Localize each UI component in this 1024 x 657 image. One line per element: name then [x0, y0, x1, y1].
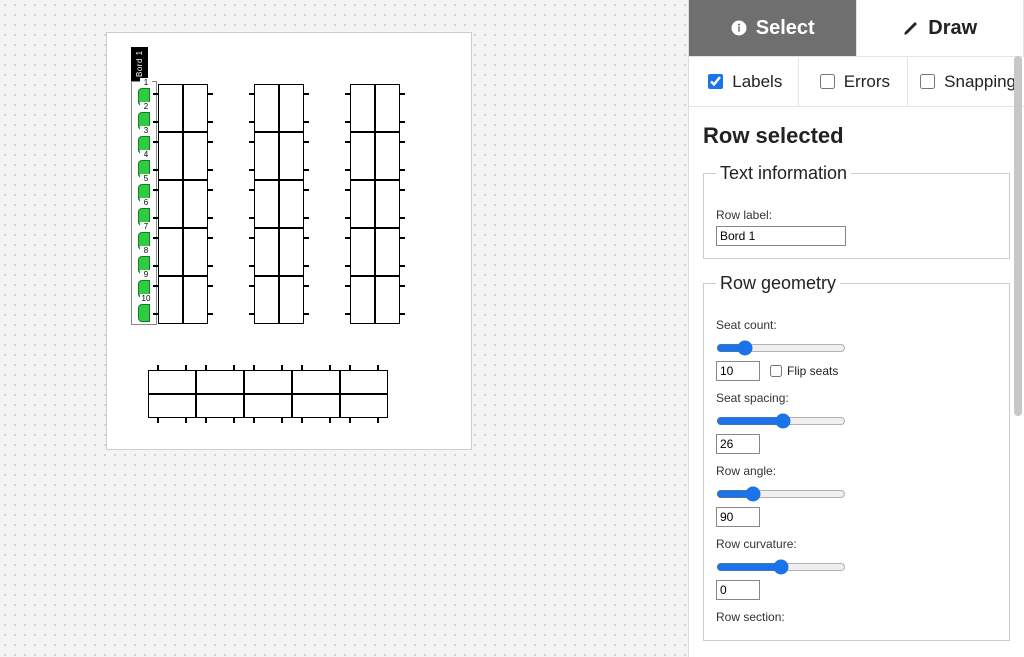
seat[interactable]	[375, 132, 400, 180]
seat[interactable]	[279, 228, 304, 276]
inspector-panel: Select Draw Labels Errors Snapping Row s…	[688, 0, 1024, 657]
toggle-labels-checkbox[interactable]	[708, 74, 723, 89]
seat[interactable]	[292, 370, 340, 394]
seat[interactable]	[158, 132, 183, 180]
seat[interactable]	[279, 132, 304, 180]
text-information-legend: Text information	[716, 163, 851, 184]
seat[interactable]	[158, 276, 183, 324]
inspector-scroll[interactable]: Row selected Text information Row label:…	[689, 107, 1024, 657]
seat[interactable]	[375, 228, 400, 276]
seat[interactable]	[254, 228, 279, 276]
seat-number: 9	[140, 270, 152, 279]
seat-number: 6	[140, 198, 152, 207]
toggle-errors-label: Errors	[844, 72, 890, 92]
tab-select-label: Select	[756, 17, 815, 40]
seat[interactable]	[279, 276, 304, 324]
tab-select[interactable]: Select	[689, 0, 857, 56]
flip-seats[interactable]: Flip seats	[766, 362, 838, 380]
row-geometry-legend: Row geometry	[716, 273, 840, 294]
row-curvature-input[interactable]	[716, 580, 760, 600]
row-label-label: Row label:	[716, 208, 997, 222]
seat[interactable]	[158, 84, 183, 132]
seat[interactable]	[254, 180, 279, 228]
seat[interactable]	[254, 276, 279, 324]
seat-count-label: Seat count:	[716, 318, 997, 332]
seat[interactable]	[158, 228, 183, 276]
seat[interactable]	[196, 394, 244, 418]
table-group-4[interactable]	[148, 370, 388, 418]
seat[interactable]	[375, 180, 400, 228]
row-angle-slider[interactable]	[716, 486, 846, 502]
seat-number: 1	[140, 78, 152, 87]
row-section-label: Row section:	[716, 610, 997, 624]
info-icon	[730, 19, 748, 37]
seat[interactable]	[196, 370, 244, 394]
seat-spacing-slider[interactable]	[716, 413, 846, 429]
tool-tabs: Select Draw	[689, 0, 1024, 56]
seat[interactable]	[350, 276, 375, 324]
row-curvature-slider[interactable]	[716, 559, 846, 575]
seat[interactable]	[158, 180, 183, 228]
selection-heading: Row selected	[703, 123, 1010, 149]
seat[interactable]	[183, 228, 208, 276]
seat-count-input[interactable]	[716, 361, 760, 381]
selected-row-tag[interactable]: Bord 1	[131, 47, 148, 81]
seat[interactable]	[254, 84, 279, 132]
seat-spacing-label: Seat spacing:	[716, 391, 997, 405]
seat-number: 4	[140, 150, 152, 159]
seat[interactable]	[244, 370, 292, 394]
text-information-group: Text information Row label:	[703, 163, 1010, 259]
seat[interactable]	[183, 132, 208, 180]
toggle-errors-checkbox[interactable]	[820, 74, 835, 89]
table-group-3[interactable]	[350, 84, 400, 324]
seat[interactable]	[375, 276, 400, 324]
seat[interactable]	[254, 132, 279, 180]
tab-draw-label: Draw	[928, 17, 977, 40]
seat[interactable]	[279, 180, 304, 228]
seat[interactable]	[340, 394, 388, 418]
toggle-labels-label: Labels	[732, 72, 782, 92]
row-angle-label: Row angle:	[716, 464, 997, 478]
seat[interactable]	[350, 228, 375, 276]
row-curvature-label: Row curvature:	[716, 537, 997, 551]
row-geometry-group: Row geometry Seat count: Flip seats Seat…	[703, 273, 1010, 641]
table-group-1[interactable]	[158, 84, 208, 324]
flip-seats-checkbox[interactable]	[770, 365, 782, 377]
seat[interactable]	[350, 180, 375, 228]
selected-seat-marker[interactable]	[138, 304, 150, 322]
row-label-input[interactable]	[716, 226, 846, 246]
pencil-icon	[902, 19, 920, 37]
seat[interactable]	[148, 370, 196, 394]
seat[interactable]	[148, 394, 196, 418]
seat-spacing-input[interactable]	[716, 434, 760, 454]
seat[interactable]	[375, 84, 400, 132]
seat-count-slider[interactable]	[716, 340, 846, 356]
tab-draw[interactable]: Draw	[857, 0, 1024, 56]
seat[interactable]	[183, 180, 208, 228]
seat[interactable]	[350, 132, 375, 180]
seat[interactable]	[183, 84, 208, 132]
seat[interactable]	[183, 276, 208, 324]
seat-number: 5	[140, 174, 152, 183]
seat-number: 8	[140, 246, 152, 255]
seat-number: 10	[140, 294, 152, 303]
seat[interactable]	[340, 370, 388, 394]
seat[interactable]	[350, 84, 375, 132]
row-angle-input[interactable]	[716, 507, 760, 527]
design-canvas[interactable]: Bord 1	[0, 0, 688, 657]
seat-number: 7	[140, 222, 152, 231]
table-group-2[interactable]	[254, 84, 304, 324]
seat[interactable]	[279, 84, 304, 132]
seat-number: 2	[140, 102, 152, 111]
seat-number: 3	[140, 126, 152, 135]
toggle-snapping-label: Snapping	[944, 72, 1016, 92]
toggle-snapping[interactable]: Snapping	[908, 57, 1024, 106]
seat[interactable]	[292, 394, 340, 418]
toggle-errors[interactable]: Errors	[799, 57, 909, 106]
flip-seats-label: Flip seats	[787, 364, 838, 378]
toggle-snapping-checkbox[interactable]	[920, 74, 935, 89]
seat[interactable]	[244, 394, 292, 418]
toggle-labels[interactable]: Labels	[689, 57, 799, 106]
view-toggles: Labels Errors Snapping	[689, 56, 1024, 107]
